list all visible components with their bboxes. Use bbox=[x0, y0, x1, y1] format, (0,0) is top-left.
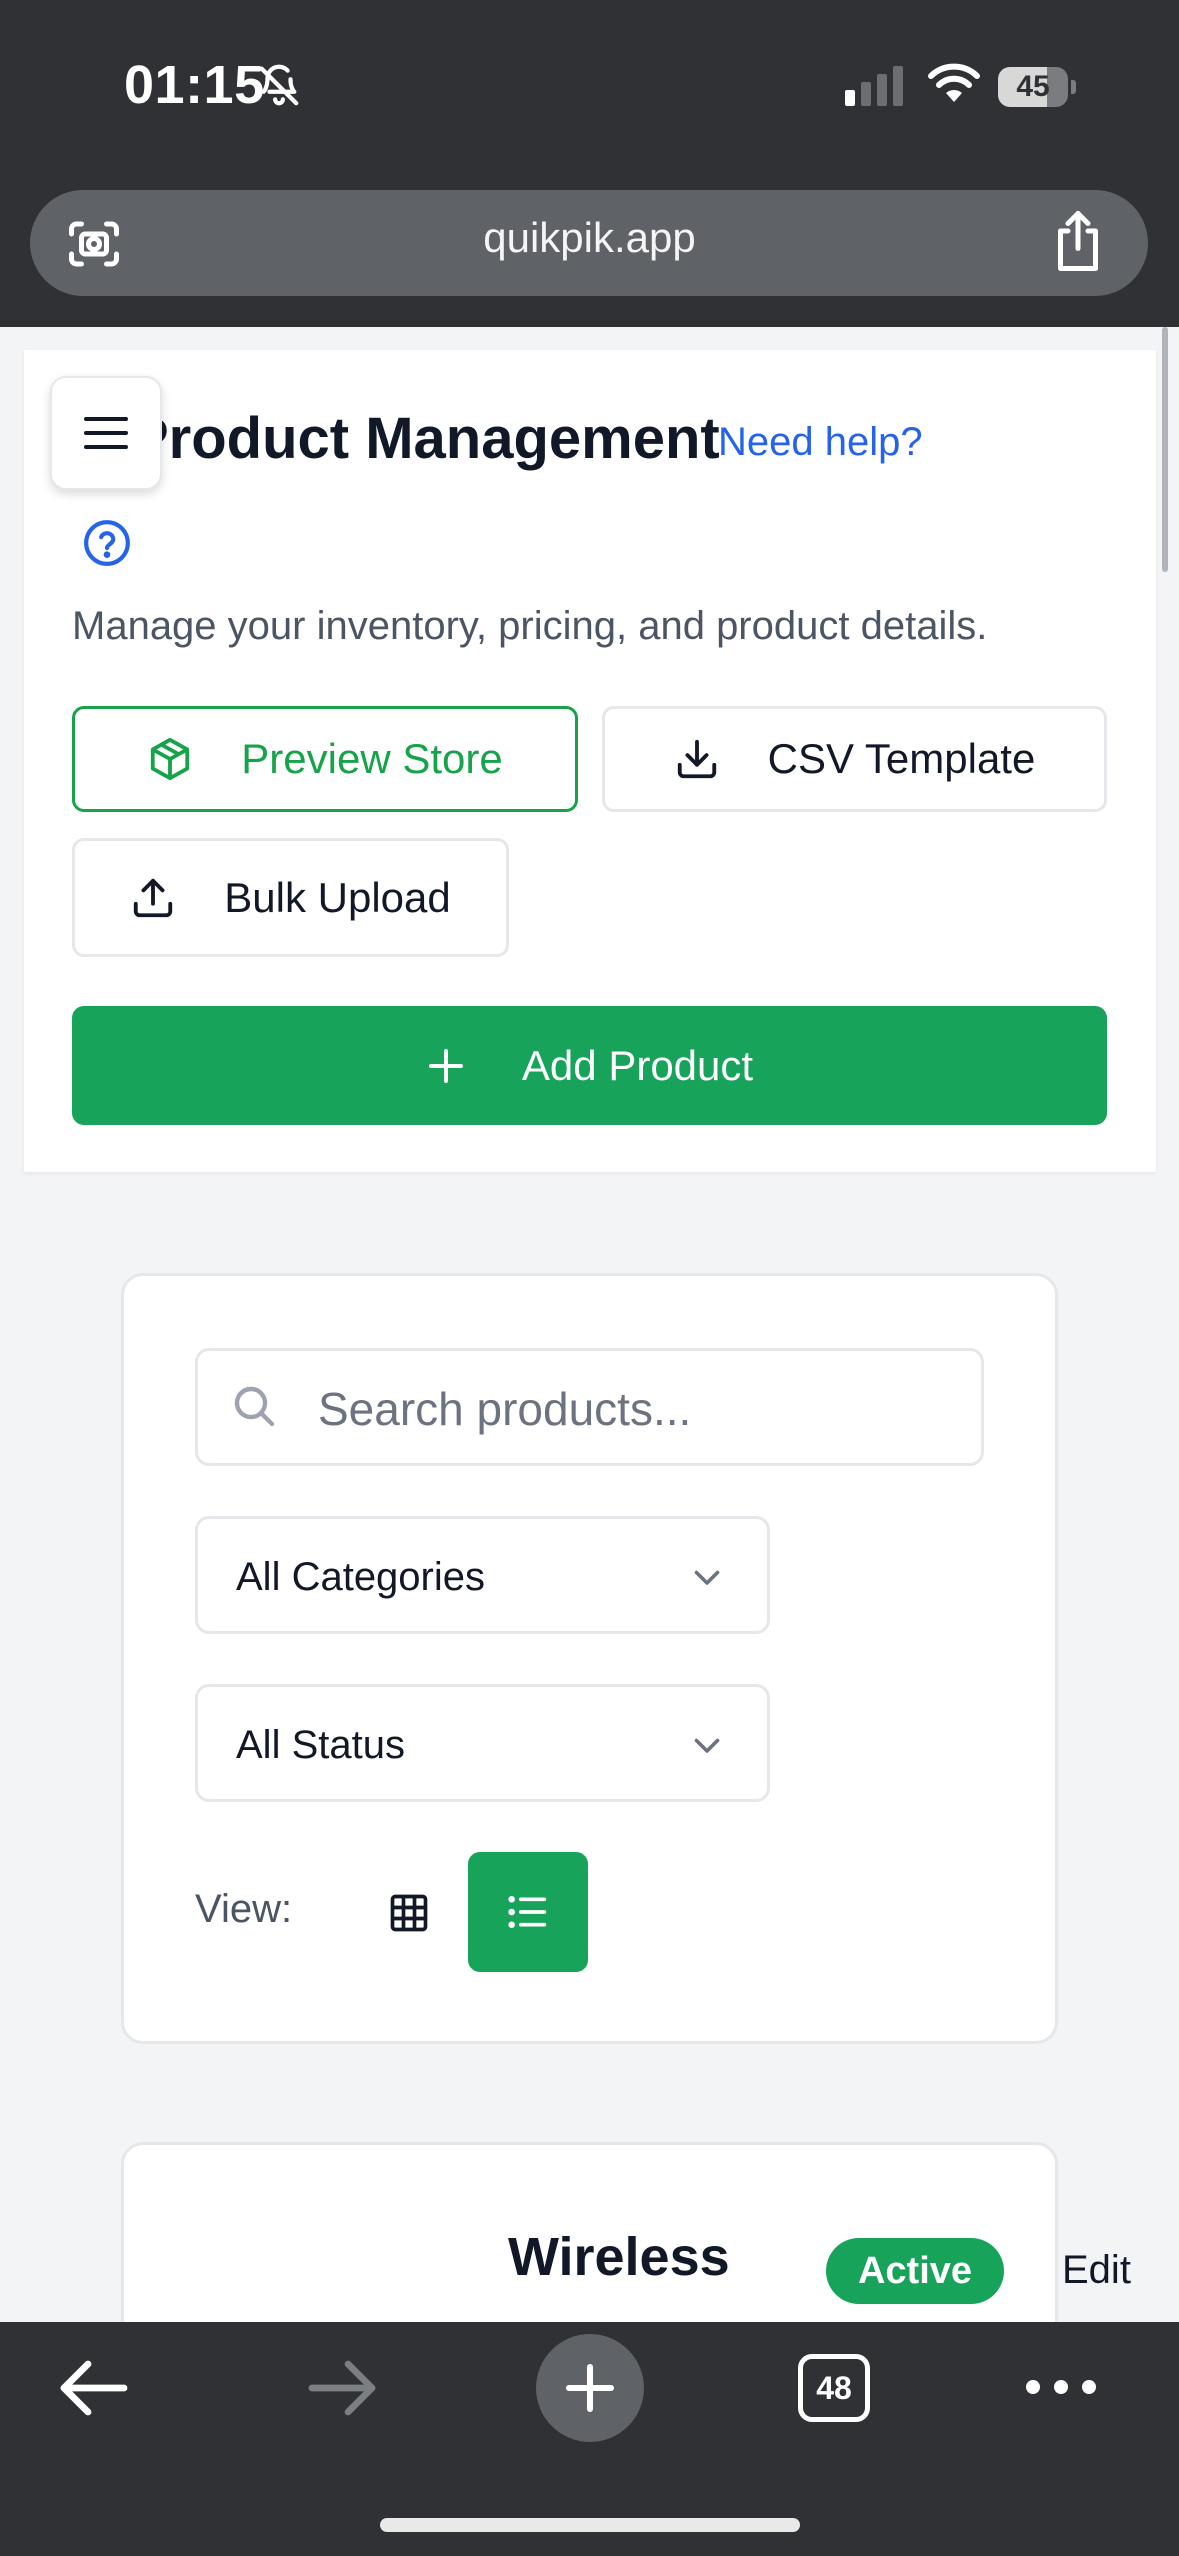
share-icon[interactable] bbox=[1048, 208, 1108, 274]
bulk-upload-label: Bulk Upload bbox=[224, 873, 451, 921]
status-select-value: All Status bbox=[236, 1723, 405, 1767]
grid-icon bbox=[390, 1894, 428, 1932]
list-view-button[interactable] bbox=[468, 1852, 588, 1972]
url-text[interactable]: quikpik.app bbox=[0, 214, 1179, 262]
hamburger-icon bbox=[84, 417, 128, 449]
status-select[interactable]: All Status bbox=[195, 1684, 770, 1802]
add-product-button[interactable]: Add Product bbox=[72, 1006, 1107, 1125]
battery-icon: 45 bbox=[998, 67, 1078, 107]
package-icon bbox=[151, 737, 190, 781]
hamburger-menu-button[interactable] bbox=[50, 376, 162, 490]
preview-store-button[interactable]: Preview Store bbox=[72, 706, 578, 812]
csv-template-button[interactable]: CSV Template bbox=[602, 706, 1107, 812]
category-select[interactable]: All Categories bbox=[195, 1516, 770, 1634]
list-icon bbox=[508, 1896, 547, 1929]
upload-icon bbox=[134, 878, 173, 917]
page-scrollbar[interactable] bbox=[1162, 327, 1168, 572]
chevron-down-icon bbox=[694, 1738, 720, 1753]
search-icon bbox=[234, 1386, 275, 1427]
bell-muted-icon bbox=[259, 64, 299, 106]
add-product-label: Add Product bbox=[521, 1041, 754, 1089]
status-time: 01:15 bbox=[124, 55, 265, 115]
chevron-down-icon bbox=[694, 1570, 720, 1585]
forward-arrow-icon[interactable] bbox=[304, 2358, 380, 2418]
plus-icon bbox=[565, 2363, 615, 2413]
battery-level: 45 bbox=[998, 67, 1068, 107]
category-select-value: All Categories bbox=[236, 1555, 486, 1599]
view-label: View: bbox=[195, 1887, 293, 1931]
home-indicator bbox=[380, 2518, 800, 2532]
edit-product-button[interactable]: Edit bbox=[1062, 2248, 1131, 2293]
help-circle-icon[interactable] bbox=[82, 518, 132, 568]
new-tab-button[interactable] bbox=[536, 2334, 644, 2442]
csv-template-label: CSV Template bbox=[767, 735, 1036, 782]
tabs-count-button[interactable]: 48 bbox=[798, 2354, 870, 2422]
bulk-upload-button[interactable]: Bulk Upload bbox=[72, 838, 509, 957]
grid-view-button[interactable] bbox=[350, 1854, 468, 1972]
product-name: Wireless bbox=[508, 2227, 730, 2287]
more-options-icon[interactable] bbox=[1024, 2372, 1098, 2402]
need-help-link[interactable]: Need help? bbox=[718, 420, 923, 465]
plus-icon bbox=[428, 1048, 463, 1083]
page-title: Product Management bbox=[130, 406, 720, 471]
search-input[interactable] bbox=[316, 1368, 960, 1450]
preview-store-label: Preview Store bbox=[241, 735, 503, 782]
back-arrow-icon[interactable] bbox=[56, 2358, 132, 2418]
status-badge: Active bbox=[826, 2238, 1004, 2304]
page-subtitle: Manage your inventory, pricing, and prod… bbox=[72, 604, 988, 648]
wifi-icon bbox=[928, 63, 980, 102]
cellular-signal-icon bbox=[845, 66, 903, 106]
download-icon bbox=[677, 739, 716, 779]
